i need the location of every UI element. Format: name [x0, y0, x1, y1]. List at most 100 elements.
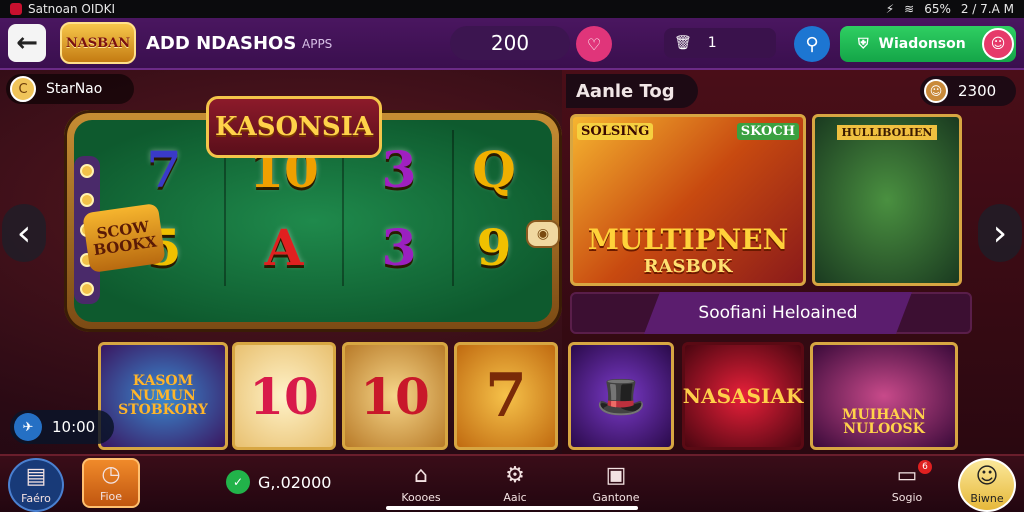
card-title: MULTIPNEN [587, 223, 789, 256]
banner-text: Soofiani Heloained [698, 303, 858, 323]
game-card-multipnen[interactable]: SOLSING SKOCH MULTIPNEN RASBOK [570, 114, 806, 286]
promo-banner[interactable]: Soofiani Heloained [644, 292, 912, 334]
nav-label: Koooes [401, 490, 441, 504]
clock-text: 2 / 7.A M [960, 2, 1014, 16]
nav-center[interactable]: ▣ Gantone [588, 456, 644, 512]
game-card-nasasiak[interactable]: NASASIAK [682, 342, 804, 450]
profile-avatar-icon[interactable]: ☺ [982, 28, 1014, 60]
signal-icon: ⚡ [885, 2, 895, 16]
card-tag: SKOCH [736, 123, 799, 140]
game-tile-10-a[interactable]: 10 [232, 342, 336, 450]
spin-lever-icon[interactable]: ◉ [526, 220, 560, 248]
prev-arrow-button[interactable]: ‹ [2, 204, 46, 262]
bank-icon: ⌂ [414, 462, 428, 488]
inbox-count: 1 [707, 35, 717, 51]
nav-gift[interactable]: ◷ Fioe [82, 458, 140, 508]
app-logo: NASBAN [60, 22, 136, 64]
trash-icon: 🗑 [674, 35, 692, 51]
card-tag: SOLSING [577, 123, 654, 140]
wifi-icon: ≋ [904, 2, 915, 16]
card-title: NASASIAK [682, 384, 804, 408]
chevron-left-icon: ‹ [16, 212, 32, 254]
balance-value: 200 [490, 31, 530, 55]
deposit-button[interactable]: ⛨ Wiadonson ☺ [840, 26, 1016, 62]
ticket-icon: ▣ [605, 462, 627, 488]
card-subtitle: RASBOK [643, 256, 733, 277]
top-header: ← NASBAN ADD NDASHOS APPS 200 ♡ 🗑 1 ⚲ ⛨ … [0, 18, 1024, 70]
message-badge: 6 [918, 460, 932, 474]
reel-symbol: 7 [146, 139, 182, 199]
slot-title: KASONSIA [206, 96, 382, 158]
nav-home[interactable]: ▤ Faéro [8, 458, 64, 512]
game-tile-7[interactable]: 7 [454, 342, 558, 450]
reel-4: Q 9 [444, 130, 544, 286]
nav-label: Sogio [891, 490, 923, 504]
arrow-left-icon: ← [16, 28, 38, 58]
nav-label: Aaic [503, 490, 527, 504]
card-tag: HULLIBOLIEN [837, 125, 937, 140]
app-indicator-icon [10, 3, 22, 15]
bottom-nav: ▤ Faéro ◷ Fioe ✓ G,.02000 ⌂ Koooes ⚙ Aai… [0, 454, 1024, 512]
wallet-icon: ✈ [14, 413, 42, 441]
section-title: Aanle Tog [566, 74, 698, 108]
nav-settings[interactable]: ⚙ Aaic [490, 456, 540, 512]
nav-bank[interactable]: ⌂ Koooes [396, 456, 446, 512]
nav-label: Faéro [21, 491, 51, 505]
check-shield-icon: ✓ [226, 470, 250, 494]
search-icon: ⚲ [805, 33, 819, 55]
game-tile-10-b[interactable]: 10 [342, 342, 448, 450]
game-card-muihann[interactable]: MUIHANN NULOOSK [810, 342, 958, 450]
slot-badge: SCOW BOOKX [82, 203, 166, 273]
left-balance-chip[interactable]: ✈ 10:00 [10, 410, 114, 444]
left-balance-value: 10:00 [52, 418, 96, 436]
coin-value: 2300 [958, 82, 997, 100]
reel-symbol: A [264, 217, 304, 277]
avatar-icon: C [10, 76, 36, 102]
battery-text: 65% [924, 2, 951, 16]
game-tile-kasom[interactable]: KASOM NUMUN STOBKORY [98, 342, 228, 450]
wizard-icon: 🎩 [596, 372, 646, 420]
search-button[interactable]: ⚲ [794, 26, 830, 62]
bottom-balance-value: G,.02000 [258, 472, 332, 492]
coin-chip[interactable]: ☺ 2300 [920, 76, 1016, 106]
balance-display[interactable]: 200 [450, 26, 570, 60]
gear-icon: ⚙ [505, 462, 525, 488]
nav-label: Gantone [592, 490, 640, 504]
calendar-icon: ▤ [25, 463, 47, 489]
nav-label: Fioe [99, 489, 123, 503]
game-card-hullibolien[interactable]: HULLIBOLIEN [812, 114, 962, 286]
light-icon [80, 282, 94, 297]
shield-icon: ⛨ [858, 36, 869, 52]
diamond-icon: ♡ [586, 34, 602, 54]
reel-symbol: 3 [381, 217, 417, 277]
next-arrow-button[interactable]: › [978, 204, 1022, 262]
tile-label: 10 [249, 366, 319, 426]
status-bar: Satnoan OIDKI ⚡ ≋ 65% 2 / 7.A M [0, 0, 1024, 18]
card-title: MUIHANN NULOOSK [842, 406, 926, 438]
reel-symbol: 3 [381, 139, 417, 199]
nav-label: Biwne [970, 491, 1004, 505]
deposit-label: Wiadonson [878, 36, 966, 52]
app-title: ADD NDASHOS [146, 33, 297, 54]
status-left-text: Satnoan OIDKI [28, 2, 116, 16]
home-indicator [386, 506, 638, 510]
app-screen: Satnoan OIDKI ⚡ ≋ 65% 2 / 7.A M ← NASBAN… [0, 0, 1024, 512]
user-name: StarNao [46, 81, 103, 97]
user-icon: ☺ [975, 463, 999, 489]
avatar-icon: ☺ [924, 79, 948, 103]
game-card-wizard[interactable]: 🎩 [568, 342, 674, 450]
chevron-right-icon: › [992, 212, 1008, 254]
tile-label: KASOM NUMUN STOBKORY [118, 372, 208, 419]
tile-label: 7 [485, 361, 527, 431]
app-subtitle: APPS [302, 37, 333, 51]
light-icon [80, 193, 94, 208]
message-icon: ▭ [896, 462, 918, 488]
nav-profile[interactable]: ☺ Biwne [958, 458, 1016, 512]
favorites-button[interactable]: ♡ [576, 26, 612, 62]
back-button[interactable]: ← [8, 24, 46, 62]
bottom-balance[interactable]: ✓ G,.02000 [226, 470, 331, 494]
reel-symbol: Q [472, 139, 516, 199]
inbox-button[interactable]: 🗑 1 [664, 28, 776, 58]
user-chip[interactable]: C StarNao [6, 74, 134, 104]
timer-icon: ◷ [101, 461, 121, 487]
